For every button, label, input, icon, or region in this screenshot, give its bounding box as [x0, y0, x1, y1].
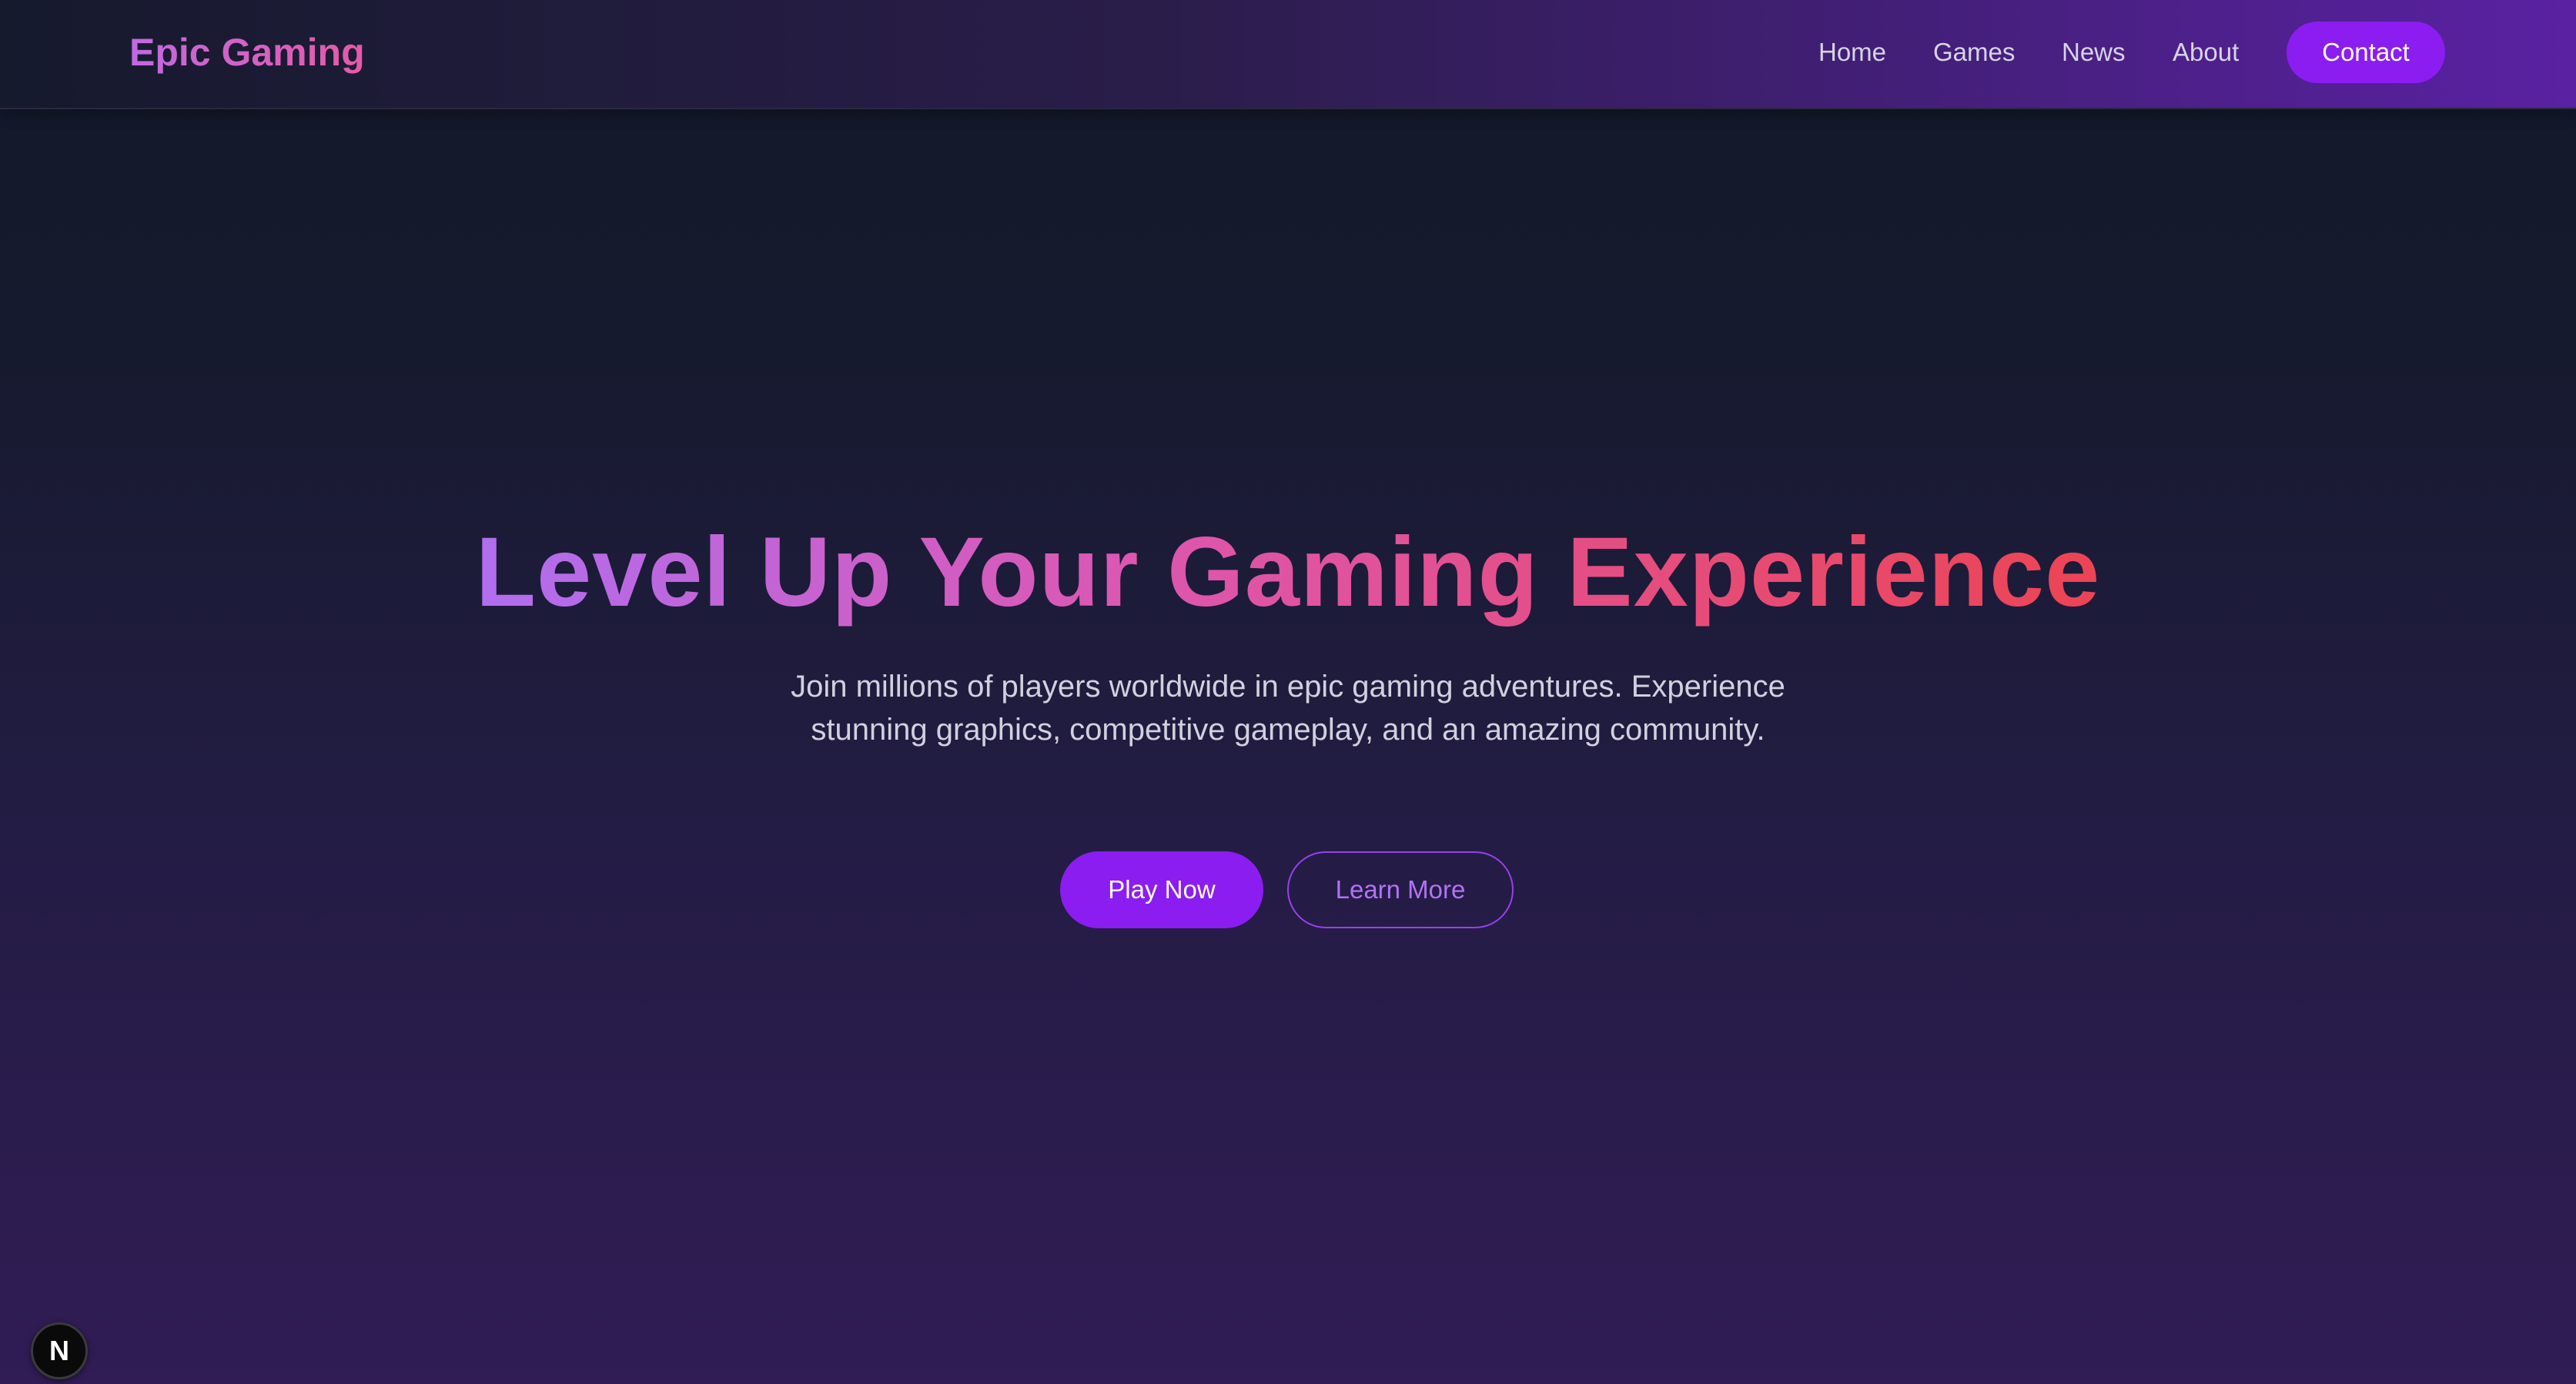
nav-link-news[interactable]: News — [2062, 35, 2126, 69]
learn-more-button[interactable]: Learn More — [1287, 851, 1514, 928]
nextjs-logo-icon[interactable]: N — [31, 1322, 88, 1379]
hero-subtitle: Join millions of players worldwide in ep… — [791, 670, 1785, 747]
nav-link-games[interactable]: Games — [1933, 35, 2015, 69]
play-now-button[interactable]: Play Now — [1060, 851, 1263, 928]
nav-link-home[interactable]: Home — [1818, 35, 1886, 69]
nav-link-about[interactable]: About — [2173, 35, 2239, 69]
nextjs-badge-letter: N — [49, 1335, 69, 1366]
top-navbar: Epic Gaming Home Games News About Contac… — [0, 0, 2576, 109]
hero-title: Level Up Your Gaming Experience — [0, 511, 2576, 634]
hero-title-text: Level Up Your Gaming Experience — [471, 511, 2106, 634]
site-logo[interactable]: Epic Gaming — [129, 28, 365, 77]
contact-button[interactable]: Contact — [2287, 22, 2445, 83]
